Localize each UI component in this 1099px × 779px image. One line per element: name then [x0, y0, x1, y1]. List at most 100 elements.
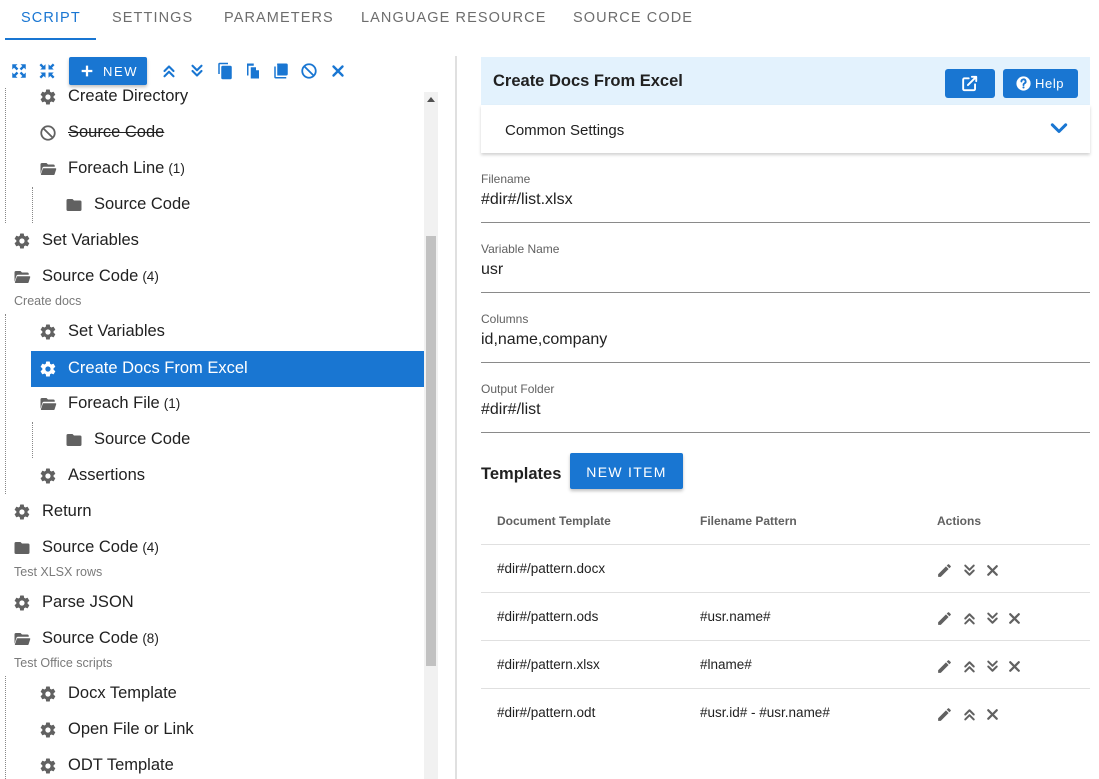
variable-name-input[interactable] [481, 259, 1086, 281]
move-up-icon[interactable] [961, 610, 978, 627]
tree-item-label: Source Code [42, 267, 139, 285]
tree-item[interactable]: Source Code [0, 187, 424, 223]
tree-item-label: Source Code [94, 195, 191, 213]
top-tab-bar: SCRIPT SETTINGS PARAMETERS LANGUAGE RESO… [0, 0, 1099, 40]
tree-item[interactable]: Source Code [0, 115, 424, 151]
tree-item[interactable]: Create Directory [0, 88, 424, 115]
move-up-icon[interactable] [961, 706, 978, 723]
templates-heading: Templates [481, 465, 562, 483]
scrollbar-thumb[interactable] [426, 236, 436, 666]
template-cell: #dir#/pattern.docx [497, 561, 606, 576]
tab-language-resource[interactable]: LANGUAGE RESOURCE [361, 0, 547, 40]
tree-item[interactable]: Foreach Line (1) [0, 151, 424, 187]
new-item-button[interactable]: NEW ITEM [570, 453, 683, 489]
tree-item[interactable]: Source Code (8) [0, 621, 424, 657]
tree-item[interactable]: Foreach File (1) [0, 386, 424, 422]
new-button-label: NEW [103, 64, 139, 79]
new-button[interactable]: NEW [69, 57, 147, 85]
field-label: Filename [481, 172, 531, 186]
output-folder-field: Output Folder [481, 382, 1090, 433]
delete-icon[interactable] [984, 706, 1001, 723]
edit-icon[interactable] [936, 610, 953, 627]
gear-icon [13, 594, 31, 612]
move-down-icon[interactable] [984, 658, 1001, 675]
gear-icon [39, 685, 57, 703]
columns-input[interactable] [481, 329, 1086, 351]
delete-icon[interactable] [329, 62, 347, 80]
tree-item-count: (4) [142, 540, 159, 555]
active-tab-indicator [5, 38, 96, 40]
tree-item-subtitle: Create docs [14, 294, 82, 308]
table-row: #dir#/pattern.ods #usr.name# [481, 592, 1090, 641]
edit-icon[interactable] [936, 562, 953, 579]
gear-icon [39, 88, 57, 106]
gear-icon [39, 757, 57, 775]
tree-item-label: Parse JSON [42, 593, 134, 611]
move-down-icon[interactable] [961, 562, 978, 579]
template-cell: #dir#/pattern.ods [497, 609, 599, 624]
tree-scrollbar[interactable] [424, 92, 438, 779]
move-up-icon[interactable] [160, 62, 178, 80]
tree-item[interactable]: Set Variables [0, 314, 424, 350]
folder-open-icon [39, 395, 57, 413]
delete-icon[interactable] [984, 562, 1001, 579]
table-row: #dir#/pattern.odt #usr.id# - #usr.name# [481, 688, 1090, 737]
tree-item-label: Source Code [94, 430, 191, 448]
move-down-icon[interactable] [984, 610, 1001, 627]
panel-header: Create Docs From Excel Help [481, 57, 1090, 105]
column-header-filename-pattern: Filename Pattern [700, 514, 797, 528]
tree-item[interactable]: Open File or Link [0, 712, 424, 748]
tree-item[interactable]: ODT Template [0, 748, 424, 779]
folder-icon [65, 431, 83, 449]
tree-item[interactable]: Parse JSON [0, 585, 424, 621]
tree-item-selected[interactable]: Create Docs From Excel [31, 351, 424, 387]
expand-icon[interactable] [10, 62, 28, 80]
duplicate-icon[interactable] [272, 62, 290, 80]
filename-field: Filename [481, 172, 1090, 223]
edit-icon[interactable] [936, 658, 953, 675]
tree-item[interactable]: Set Variables [0, 223, 424, 259]
tab-script[interactable]: SCRIPT [21, 0, 81, 40]
pattern-cell: #usr.id# - #usr.name# [700, 705, 830, 720]
delete-icon[interactable] [1006, 610, 1023, 627]
field-label: Columns [481, 312, 529, 326]
tree-item[interactable]: Source Code [0, 422, 424, 458]
move-up-icon[interactable] [961, 658, 978, 675]
variable-name-field: Variable Name [481, 242, 1090, 293]
copy-icon[interactable] [216, 62, 234, 80]
script-tree: Create Directory Source Code Foreach Lin… [0, 88, 424, 779]
tree-item[interactable]: Assertions [0, 458, 424, 494]
tree-item-label: Set Variables [42, 231, 139, 249]
help-button[interactable]: Help [1003, 69, 1078, 98]
tree-item[interactable]: Source Code (4) [0, 530, 424, 566]
delete-icon[interactable] [1006, 658, 1023, 675]
tree-item-count: (1) [163, 396, 181, 411]
gear-icon [39, 467, 57, 485]
output-folder-input[interactable] [481, 399, 1086, 421]
edit-icon[interactable] [936, 706, 953, 723]
tree-item[interactable]: Return [0, 494, 424, 530]
tree-item[interactable]: Source Code (4) [0, 259, 424, 295]
tab-parameters[interactable]: PARAMETERS [224, 0, 334, 40]
pattern-cell: #lname# [700, 657, 752, 672]
paste-icon[interactable] [244, 62, 262, 80]
tree-item-label: Create Docs From Excel [68, 359, 248, 377]
filename-input[interactable] [481, 189, 1086, 211]
tree-item-label: Source Code [42, 629, 139, 647]
open-external-button[interactable] [945, 69, 995, 98]
template-cell: #dir#/pattern.xlsx [497, 657, 600, 672]
disable-icon[interactable] [300, 62, 318, 80]
table-row: #dir#/pattern.docx [481, 544, 1090, 593]
tree-item[interactable]: Docx Template [0, 676, 424, 712]
gear-icon [13, 232, 31, 250]
tab-source-code[interactable]: SOURCE CODE [573, 0, 693, 40]
scroll-up-arrow[interactable] [427, 97, 435, 102]
panel-title: Create Docs From Excel [493, 72, 683, 90]
move-down-icon[interactable] [188, 62, 206, 80]
collapse-icon[interactable] [38, 62, 56, 80]
tree-item-label: Docx Template [68, 684, 177, 702]
tab-settings[interactable]: SETTINGS [112, 0, 193, 40]
common-settings-expander[interactable]: Common Settings [481, 105, 1090, 153]
chevron-down-icon [1049, 122, 1069, 136]
panel-divider[interactable] [455, 56, 457, 779]
